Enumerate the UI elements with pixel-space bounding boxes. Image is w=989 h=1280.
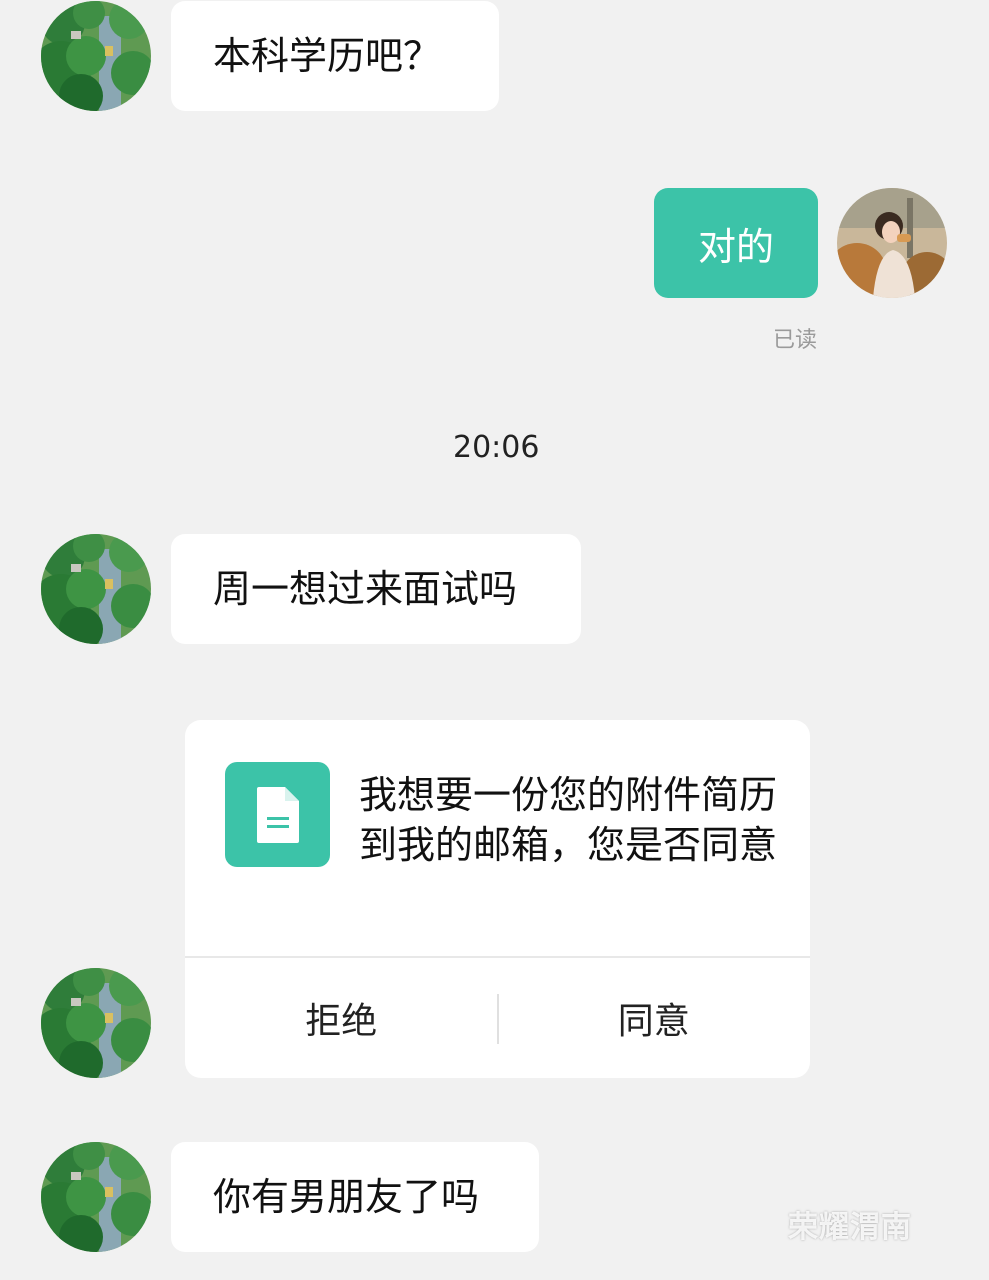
card-actions: 拒绝 同意 bbox=[185, 958, 810, 1078]
message-timestamp: 20:06 bbox=[453, 430, 540, 465]
contact-avatar[interactable] bbox=[41, 1142, 151, 1252]
message-text: 周一想过来面试吗 bbox=[213, 567, 518, 611]
contact-avatar[interactable] bbox=[41, 1, 151, 111]
my-avatar[interactable] bbox=[837, 188, 947, 298]
card-message-text: 我想要一份您的附件简历到我的邮箱，您是否同意 bbox=[359, 773, 778, 867]
watermark-logo: 荣耀渭南 bbox=[788, 1210, 912, 1245]
divider bbox=[497, 994, 499, 1044]
read-status: 已读 bbox=[773, 328, 818, 353]
resume-request-card: 我想要一份您的附件简历到我的邮箱，您是否同意 拒绝 同意 bbox=[185, 720, 810, 1078]
message-bubble-incoming[interactable]: 你有男朋友了吗 bbox=[171, 1142, 539, 1252]
contact-avatar[interactable] bbox=[41, 534, 151, 644]
message-bubble-incoming[interactable]: 周一想过来面试吗 bbox=[171, 534, 581, 644]
message-bubble-outgoing[interactable]: 对的 bbox=[654, 188, 818, 298]
document-icon bbox=[225, 762, 330, 867]
contact-avatar[interactable] bbox=[41, 968, 151, 1078]
message-bubble-incoming[interactable]: 本科学历吧？ bbox=[171, 1, 499, 111]
agree-button[interactable]: 同意 bbox=[498, 958, 811, 1078]
message-text: 对的 bbox=[697, 224, 774, 269]
message-text: 你有男朋友了吗 bbox=[213, 1175, 480, 1219]
reject-button[interactable]: 拒绝 bbox=[185, 958, 498, 1078]
message-text: 本科学历吧？ bbox=[213, 34, 442, 78]
